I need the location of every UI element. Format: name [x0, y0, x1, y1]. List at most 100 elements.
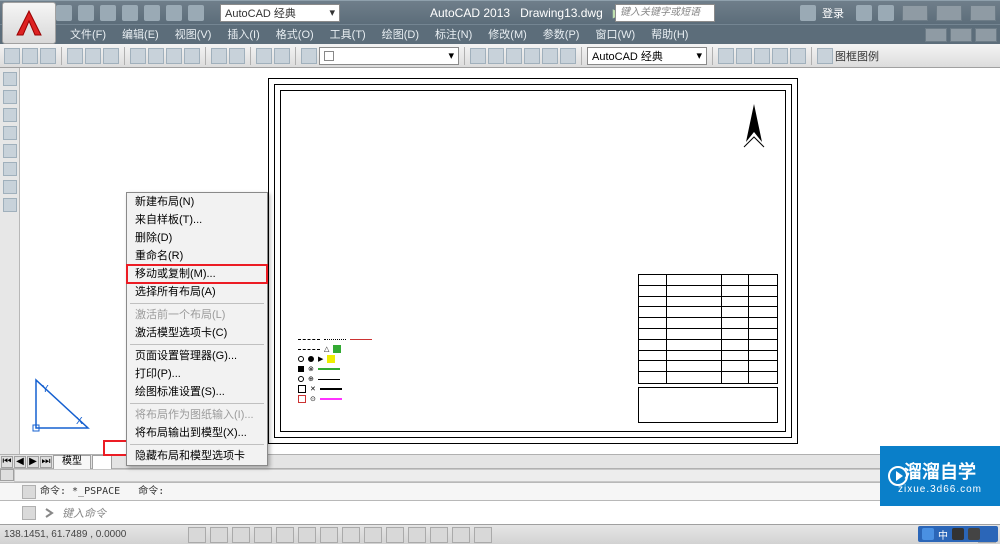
ctx-plot[interactable]: 打印(P)...: [127, 365, 267, 383]
tool-redo-icon[interactable]: [229, 48, 245, 64]
close-button[interactable]: [970, 5, 996, 21]
status-otrack-icon[interactable]: [320, 527, 338, 543]
status-am-icon[interactable]: [474, 527, 492, 543]
ctx-page-setup-manager[interactable]: 页面设置管理器(G)...: [127, 347, 267, 365]
status-ortho-icon[interactable]: [232, 527, 250, 543]
tool-plot-icon[interactable]: [67, 48, 83, 64]
menu-tools[interactable]: 工具(T): [322, 25, 374, 45]
workspace-selector[interactable]: AutoCAD 经典 ▾: [220, 4, 340, 22]
ctx-activate-model-tab[interactable]: 激活模型选项卡(C): [127, 324, 267, 342]
tab-nav-next-icon[interactable]: ▶: [27, 456, 39, 468]
qat-open-icon[interactable]: [78, 5, 94, 21]
tool-publish-icon[interactable]: [103, 48, 119, 64]
tool-tkty-icon[interactable]: [817, 48, 833, 64]
layer-selector[interactable]: ▾: [319, 47, 459, 65]
tool-misc5-icon[interactable]: [790, 48, 806, 64]
ctx-drafting-standards[interactable]: 绘图标准设置(S)...: [127, 383, 267, 401]
status-sc-icon[interactable]: [452, 527, 470, 543]
dock-dim-icon[interactable]: [3, 198, 17, 212]
qat-plot-icon[interactable]: [144, 5, 160, 21]
workspace-selector-2[interactable]: AutoCAD 经典 ▾: [587, 47, 707, 65]
tool-misc3-icon[interactable]: [754, 48, 770, 64]
tool-designcenter-icon[interactable]: [488, 48, 504, 64]
dock-text-icon[interactable]: [3, 180, 17, 194]
ctx-delete[interactable]: 删除(D): [127, 229, 267, 247]
login-label[interactable]: 登录: [822, 5, 844, 21]
tool-new-icon[interactable]: [4, 48, 20, 64]
menu-view[interactable]: 视图(V): [167, 25, 220, 45]
sign-in-icon[interactable]: [800, 5, 816, 21]
status-3dosnap-icon[interactable]: [298, 527, 316, 543]
tool-zoom-icon[interactable]: [274, 48, 290, 64]
tray-moon-icon[interactable]: [952, 528, 964, 540]
tab-nav-first-icon[interactable]: ⏮: [1, 456, 13, 468]
help-icon[interactable]: [878, 5, 894, 21]
tool-quickcalc-icon[interactable]: [560, 48, 576, 64]
tool-undo-icon[interactable]: [211, 48, 227, 64]
exchange-icon[interactable]: [856, 5, 872, 21]
ctx-move-or-copy[interactable]: 移动或复制(M)...: [127, 265, 267, 283]
tab-nav-last-icon[interactable]: ⏭: [40, 456, 52, 468]
menu-window[interactable]: 窗口(W): [587, 25, 643, 45]
app-menu-button[interactable]: [2, 2, 56, 44]
ctx-new-layout[interactable]: 新建布局(N): [127, 193, 267, 211]
status-polar-icon[interactable]: [254, 527, 272, 543]
doc-close-button[interactable]: [975, 28, 997, 42]
dock-hatch-icon[interactable]: [3, 162, 17, 176]
hscroll-track[interactable]: [14, 469, 986, 482]
tool-sheetset-icon[interactable]: [524, 48, 540, 64]
qat-new-icon[interactable]: [56, 5, 72, 21]
status-tpy-icon[interactable]: [408, 527, 426, 543]
qat-redo-icon[interactable]: [188, 5, 204, 21]
menu-modify[interactable]: 修改(M): [480, 25, 535, 45]
ctx-export-layout-to-model[interactable]: 将布局输出到模型(X)...: [127, 424, 267, 442]
menu-dimension[interactable]: 标注(N): [427, 25, 480, 45]
tool-markup-icon[interactable]: [542, 48, 558, 64]
dock-line-icon[interactable]: [3, 72, 17, 86]
tab-model[interactable]: 模型: [53, 455, 91, 469]
hscroll-left-icon[interactable]: [0, 469, 14, 481]
ctx-rename[interactable]: 重命名(R): [127, 247, 267, 265]
dock-polyline-icon[interactable]: [3, 144, 17, 158]
tool-matchprop-icon[interactable]: [184, 48, 200, 64]
cmd-recent-icon[interactable]: [22, 506, 36, 520]
menu-draw[interactable]: 绘图(D): [374, 25, 427, 45]
status-dyn-icon[interactable]: [364, 527, 382, 543]
tool-toolpalettes-icon[interactable]: [506, 48, 522, 64]
cmd-close-icon[interactable]: [22, 485, 36, 499]
status-osnap-icon[interactable]: [276, 527, 294, 543]
qat-undo-icon[interactable]: [166, 5, 182, 21]
ctx-from-template[interactable]: 来自样板(T)...: [127, 211, 267, 229]
doc-restore-button[interactable]: [950, 28, 972, 42]
tab-layout-current[interactable]: [92, 455, 112, 469]
tool-open-icon[interactable]: [22, 48, 38, 64]
menu-parametric[interactable]: 参数(P): [535, 25, 588, 45]
tab-nav-prev-icon[interactable]: ◀: [14, 456, 26, 468]
maximize-button[interactable]: [936, 5, 962, 21]
qat-save-icon[interactable]: [100, 5, 116, 21]
status-ducs-icon[interactable]: [342, 527, 360, 543]
ctx-select-all-layouts[interactable]: 选择所有布局(A): [127, 283, 267, 301]
status-snap-icon[interactable]: [188, 527, 206, 543]
tool-misc4-icon[interactable]: [772, 48, 788, 64]
menu-format[interactable]: 格式(O): [268, 25, 322, 45]
status-qp-icon[interactable]: [430, 527, 448, 543]
tool-paste-icon[interactable]: [166, 48, 182, 64]
tool-properties-icon[interactable]: [470, 48, 486, 64]
doc-minimize-button[interactable]: [925, 28, 947, 42]
status-grid-icon[interactable]: [210, 527, 228, 543]
ctx-hide-layout-model-tabs[interactable]: 隐藏布局和模型选项卡: [127, 447, 267, 465]
tool-pan-icon[interactable]: [256, 48, 272, 64]
tool-save-icon[interactable]: [40, 48, 56, 64]
tool-preview-icon[interactable]: [85, 48, 101, 64]
menu-file[interactable]: 文件(F): [62, 25, 114, 45]
tool-copy-icon[interactable]: [148, 48, 164, 64]
menu-insert[interactable]: 插入(I): [219, 25, 267, 45]
dock-rect-icon[interactable]: [3, 126, 17, 140]
tray-ime-icon[interactable]: [922, 528, 934, 540]
tool-layer-icon[interactable]: [301, 48, 317, 64]
tool-misc1-icon[interactable]: [718, 48, 734, 64]
command-line[interactable]: 键入命令: [0, 500, 1000, 524]
minimize-button[interactable]: [902, 5, 928, 21]
dock-arc-icon[interactable]: [3, 108, 17, 122]
